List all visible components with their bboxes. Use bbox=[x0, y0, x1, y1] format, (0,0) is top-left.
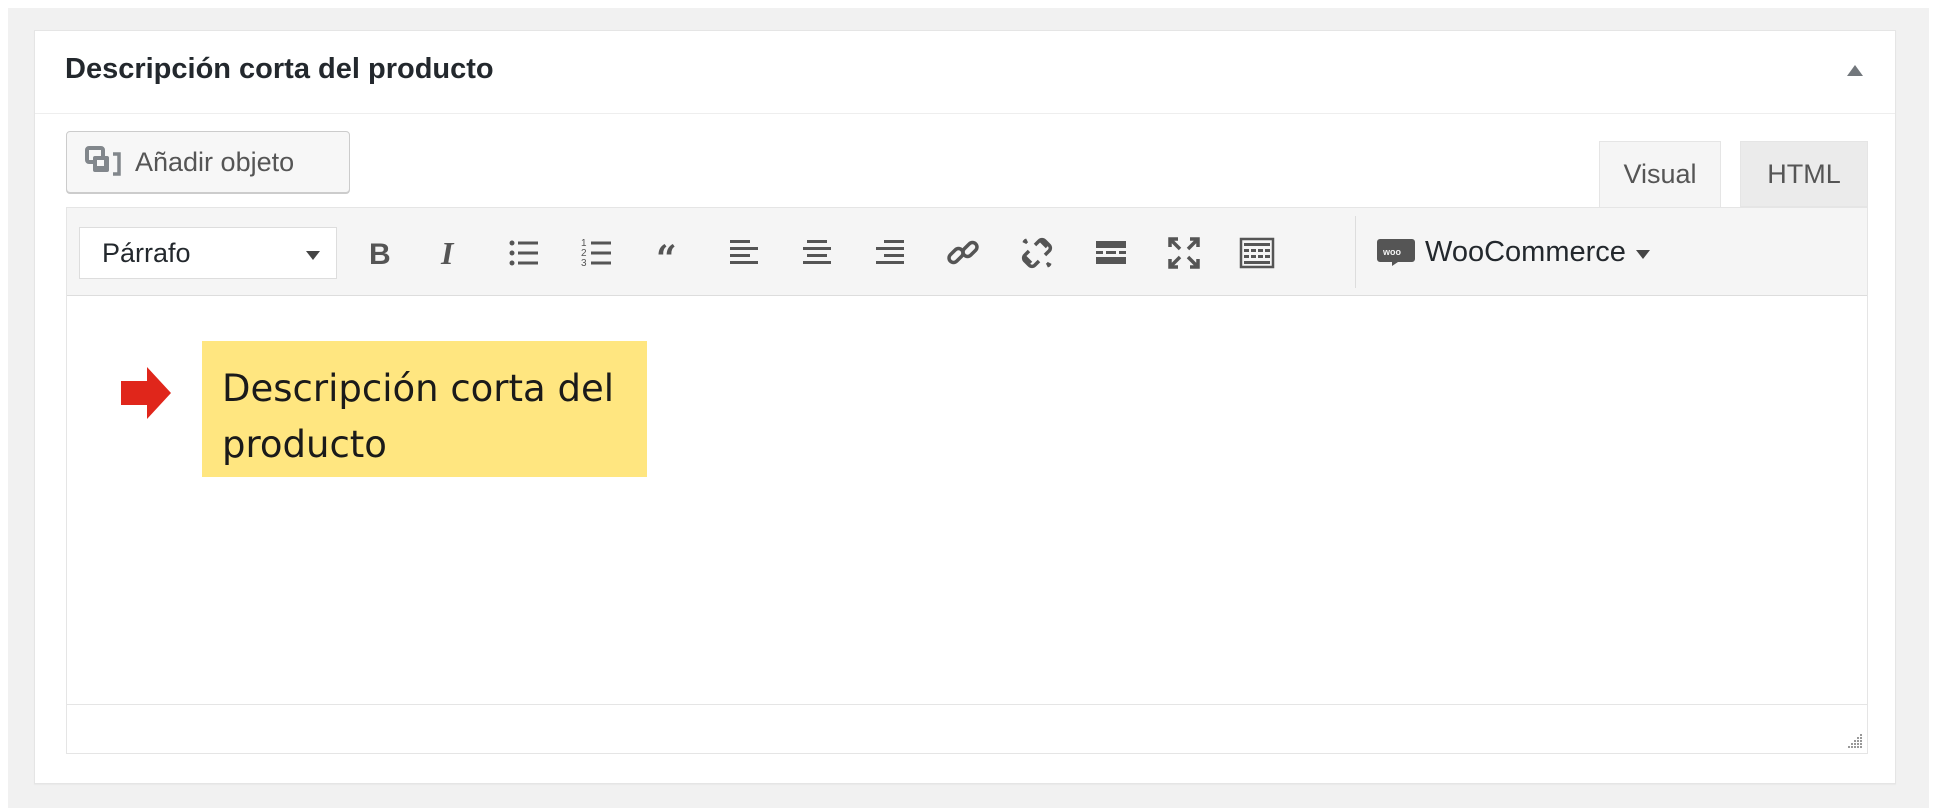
arrow-up-icon[interactable] bbox=[1847, 65, 1863, 76]
format-select-value: Párrafo bbox=[102, 238, 191, 268]
svg-text:3: 3 bbox=[581, 258, 587, 269]
align-right-button[interactable] bbox=[865, 228, 915, 278]
editor-toolbar: Párrafo B I 1 2 3 “ woo WooCommerce bbox=[67, 208, 1867, 296]
align-center-button[interactable] bbox=[792, 228, 842, 278]
numbered-list-icon: 1 2 3 bbox=[581, 238, 611, 269]
format-select[interactable]: Párrafo bbox=[79, 227, 337, 279]
editor-status-bar bbox=[67, 704, 1867, 753]
link-icon bbox=[947, 240, 979, 265]
woocommerce-label: WooCommerce bbox=[1425, 235, 1626, 268]
svg-text:B: B bbox=[369, 238, 391, 271]
short-description-metabox: Descripción corta del producto Añadir ob… bbox=[34, 30, 1896, 784]
woocommerce-menu-button[interactable]: woo WooCommerce bbox=[1367, 226, 1707, 278]
tab-html[interactable]: HTML bbox=[1740, 141, 1868, 207]
bold-button[interactable]: B bbox=[353, 228, 403, 278]
align-left-icon bbox=[730, 240, 758, 264]
bold-icon: B bbox=[369, 238, 391, 271]
add-media-label: Añadir objeto bbox=[135, 146, 295, 177]
svg-text:“: “ bbox=[656, 238, 677, 271]
bullet-list-icon bbox=[509, 240, 538, 266]
editor-container: Párrafo B I 1 2 3 “ woo WooCommerce Desc… bbox=[66, 207, 1868, 754]
italic-button[interactable]: I bbox=[425, 228, 475, 278]
chevron-down-icon bbox=[1635, 249, 1650, 259]
metabox-title: Descripción corta del producto bbox=[65, 53, 494, 85]
align-center-icon bbox=[803, 240, 831, 264]
add-media-button[interactable]: Añadir objeto bbox=[66, 131, 350, 193]
resize-handle-icon[interactable] bbox=[1845, 731, 1863, 749]
unlink-button[interactable] bbox=[1012, 228, 1062, 278]
tab-visual[interactable]: Visual bbox=[1599, 141, 1721, 207]
blockquote-button[interactable]: “ bbox=[646, 228, 696, 278]
read-more-icon bbox=[1096, 241, 1126, 264]
editor-content-area[interactable]: Descripción corta del producto bbox=[67, 296, 1867, 706]
fullscreen-icon bbox=[1168, 237, 1200, 269]
chevron-down-icon bbox=[306, 251, 320, 260]
align-left-button[interactable] bbox=[719, 228, 769, 278]
align-right-icon bbox=[876, 240, 904, 264]
toolbar-separator bbox=[1355, 216, 1356, 288]
svg-text:I: I bbox=[440, 235, 455, 271]
blockquote-icon: “ bbox=[656, 238, 677, 271]
woocommerce-icon: woo bbox=[1377, 239, 1415, 266]
fullscreen-button[interactable] bbox=[1159, 228, 1209, 278]
svg-text:woo: woo bbox=[1382, 247, 1401, 257]
annotation-note: Descripción corta del producto bbox=[202, 341, 647, 477]
unlink-icon bbox=[1021, 237, 1053, 269]
read-more-button[interactable] bbox=[1086, 228, 1136, 278]
bullet-list-button[interactable] bbox=[499, 228, 549, 278]
toolbar-toggle-icon bbox=[1239, 237, 1275, 269]
italic-icon: I bbox=[440, 235, 455, 271]
numbered-list-button[interactable]: 1 2 3 bbox=[572, 228, 622, 278]
arrow-right-icon bbox=[121, 367, 171, 419]
link-button[interactable] bbox=[938, 228, 988, 278]
metabox-header[interactable]: Descripción corta del producto bbox=[35, 31, 1895, 114]
toolbar-toggle-button[interactable] bbox=[1232, 228, 1282, 278]
add-media-icon bbox=[85, 146, 125, 178]
